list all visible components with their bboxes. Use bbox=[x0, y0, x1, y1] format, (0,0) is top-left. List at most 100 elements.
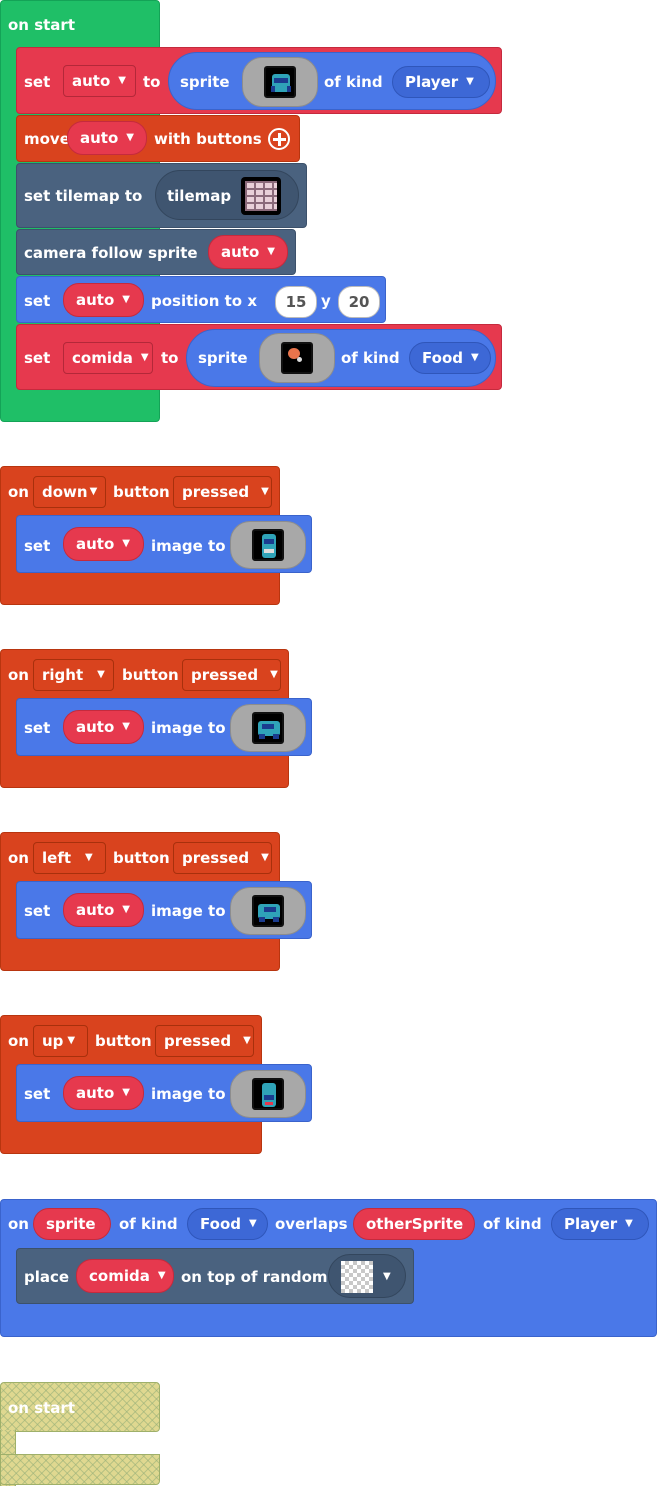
event-dropdown-pressed[interactable]: pressed ▼ bbox=[182, 659, 281, 691]
variable-dropdown-comida[interactable]: comida ▼ bbox=[63, 342, 153, 374]
variable-dropdown-auto[interactable]: auto ▼ bbox=[63, 527, 144, 561]
chevron-down-icon: ▼ bbox=[270, 669, 278, 680]
chevron-down-icon: ▼ bbox=[261, 852, 269, 863]
chevron-down-icon: ▼ bbox=[97, 669, 105, 680]
y-label: y bbox=[321, 292, 331, 310]
button-dropdown-right[interactable]: right ▼ bbox=[33, 659, 114, 691]
button-dropdown-down[interactable]: down ▼ bbox=[33, 476, 106, 508]
image-picker[interactable] bbox=[230, 521, 306, 569]
chevron-down-icon: ▼ bbox=[122, 721, 130, 732]
set-label: set bbox=[24, 719, 51, 737]
chevron-down-icon: ▼ bbox=[67, 1035, 76, 1046]
with-buttons-label: with buttons bbox=[154, 130, 262, 148]
kind-dropdown-food[interactable]: Food ▼ bbox=[187, 1208, 268, 1240]
image-picker[interactable] bbox=[230, 1070, 306, 1118]
on-start-label: on start bbox=[8, 1399, 75, 1417]
button-label: button bbox=[122, 666, 179, 684]
event-dropdown-pressed[interactable]: pressed ▼ bbox=[173, 476, 272, 508]
tilemap-label: tilemap bbox=[167, 187, 232, 205]
event-dropdown-pressed[interactable]: pressed ▼ bbox=[155, 1025, 254, 1057]
button-label: button bbox=[113, 849, 170, 867]
camera-follow-label: camera follow sprite bbox=[24, 244, 198, 262]
image-to-label: image to bbox=[151, 1085, 226, 1103]
to-label: to bbox=[161, 349, 179, 367]
variable-dropdown-auto[interactable]: auto ▼ bbox=[208, 235, 288, 269]
sprite-label: sprite bbox=[180, 73, 230, 91]
chevron-down-icon: ▼ bbox=[267, 246, 275, 257]
chevron-down-icon: ▼ bbox=[140, 352, 149, 363]
set-label: set bbox=[24, 73, 51, 91]
position-to-x-label: position to x bbox=[151, 292, 258, 310]
chevron-down-icon: ▼ bbox=[471, 352, 479, 363]
kind-dropdown-food[interactable]: Food ▼ bbox=[409, 342, 491, 374]
sprite-image-picker[interactable] bbox=[242, 57, 318, 107]
y-number-input[interactable]: 20 bbox=[338, 286, 380, 318]
on-label: on bbox=[8, 1032, 29, 1050]
on-label: on bbox=[8, 1215, 29, 1233]
set-label: set bbox=[24, 537, 51, 555]
other-sprite-param[interactable]: otherSprite bbox=[353, 1208, 475, 1240]
variable-dropdown-auto[interactable]: auto ▼ bbox=[63, 1076, 144, 1110]
set-label: set bbox=[24, 902, 51, 920]
sprite-image-picker[interactable] bbox=[259, 333, 335, 383]
chevron-down-icon: ▼ bbox=[625, 1218, 633, 1229]
tile-dropdown[interactable]: ▼ bbox=[328, 1254, 406, 1298]
chevron-down-icon: ▼ bbox=[122, 294, 130, 305]
sprite-param[interactable]: sprite bbox=[33, 1208, 111, 1240]
image-to-label: image to bbox=[151, 537, 226, 555]
set-label: set bbox=[24, 292, 51, 310]
move-label: move bbox=[24, 130, 70, 148]
on-top-of-random-label: on top of random bbox=[181, 1268, 328, 1286]
plus-circle-icon[interactable] bbox=[268, 128, 290, 150]
to-label: to bbox=[143, 73, 161, 91]
kind-dropdown-player[interactable]: Player ▼ bbox=[551, 1208, 649, 1240]
image-picker[interactable] bbox=[230, 704, 306, 752]
car-sprite-icon bbox=[264, 66, 296, 98]
place-label: place bbox=[24, 1268, 70, 1286]
chevron-down-icon: ▼ bbox=[157, 1270, 166, 1281]
chevron-down-icon: ▼ bbox=[383, 1271, 391, 1282]
set-label: set bbox=[24, 349, 51, 367]
overlaps-label: overlaps bbox=[275, 1215, 348, 1233]
on-label: on bbox=[8, 483, 29, 501]
transparent-tile-icon bbox=[341, 1261, 373, 1293]
kind-dropdown-player[interactable]: Player ▼ bbox=[392, 66, 490, 98]
event-dropdown-pressed[interactable]: pressed ▼ bbox=[173, 842, 272, 874]
set-label: set bbox=[24, 1085, 51, 1103]
chevron-down-icon: ▼ bbox=[249, 1218, 257, 1229]
set-tilemap-label: set tilemap to bbox=[24, 187, 143, 205]
of-kind-label: of kind bbox=[341, 349, 400, 367]
chevron-down-icon: ▼ bbox=[85, 852, 93, 863]
button-dropdown-up[interactable]: up ▼ bbox=[33, 1025, 88, 1057]
on-start-block-disabled-foot bbox=[0, 1454, 160, 1485]
chevron-down-icon: ▼ bbox=[466, 76, 474, 87]
chevron-down-icon: ▼ bbox=[126, 132, 134, 143]
car-down-sprite-icon bbox=[252, 529, 284, 561]
variable-dropdown-auto[interactable]: auto ▼ bbox=[63, 65, 136, 97]
x-number-input[interactable]: 15 bbox=[275, 286, 317, 318]
variable-dropdown-auto[interactable]: auto ▼ bbox=[63, 710, 144, 744]
of-kind-label: of kind bbox=[119, 1215, 178, 1233]
sprite-label: sprite bbox=[198, 349, 248, 367]
chevron-down-icon: ▼ bbox=[261, 486, 269, 497]
variable-dropdown-comida[interactable]: comida ▼ bbox=[76, 1259, 174, 1293]
variable-dropdown-auto[interactable]: auto ▼ bbox=[63, 893, 144, 927]
chevron-down-icon: ▼ bbox=[122, 1087, 130, 1098]
chevron-down-icon: ▼ bbox=[122, 538, 130, 549]
image-to-label: image to bbox=[151, 902, 226, 920]
car-right-sprite-icon bbox=[252, 712, 284, 744]
button-dropdown-left[interactable]: left ▼ bbox=[33, 842, 106, 874]
variable-dropdown-auto[interactable]: auto ▼ bbox=[63, 283, 144, 317]
chevron-down-icon: ▼ bbox=[89, 486, 98, 497]
food-sprite-icon bbox=[281, 342, 313, 374]
of-kind-label: of kind bbox=[483, 1215, 542, 1233]
chevron-down-icon: ▼ bbox=[122, 904, 130, 915]
button-label: button bbox=[95, 1032, 152, 1050]
tilemap-thumbnail-icon[interactable] bbox=[241, 177, 281, 215]
image-picker[interactable] bbox=[230, 887, 306, 935]
car-up-sprite-icon bbox=[252, 1078, 284, 1110]
button-label: button bbox=[113, 483, 170, 501]
of-kind-label: of kind bbox=[324, 73, 383, 91]
variable-dropdown-auto[interactable]: auto ▼ bbox=[67, 121, 147, 155]
car-left-sprite-icon bbox=[252, 895, 284, 927]
